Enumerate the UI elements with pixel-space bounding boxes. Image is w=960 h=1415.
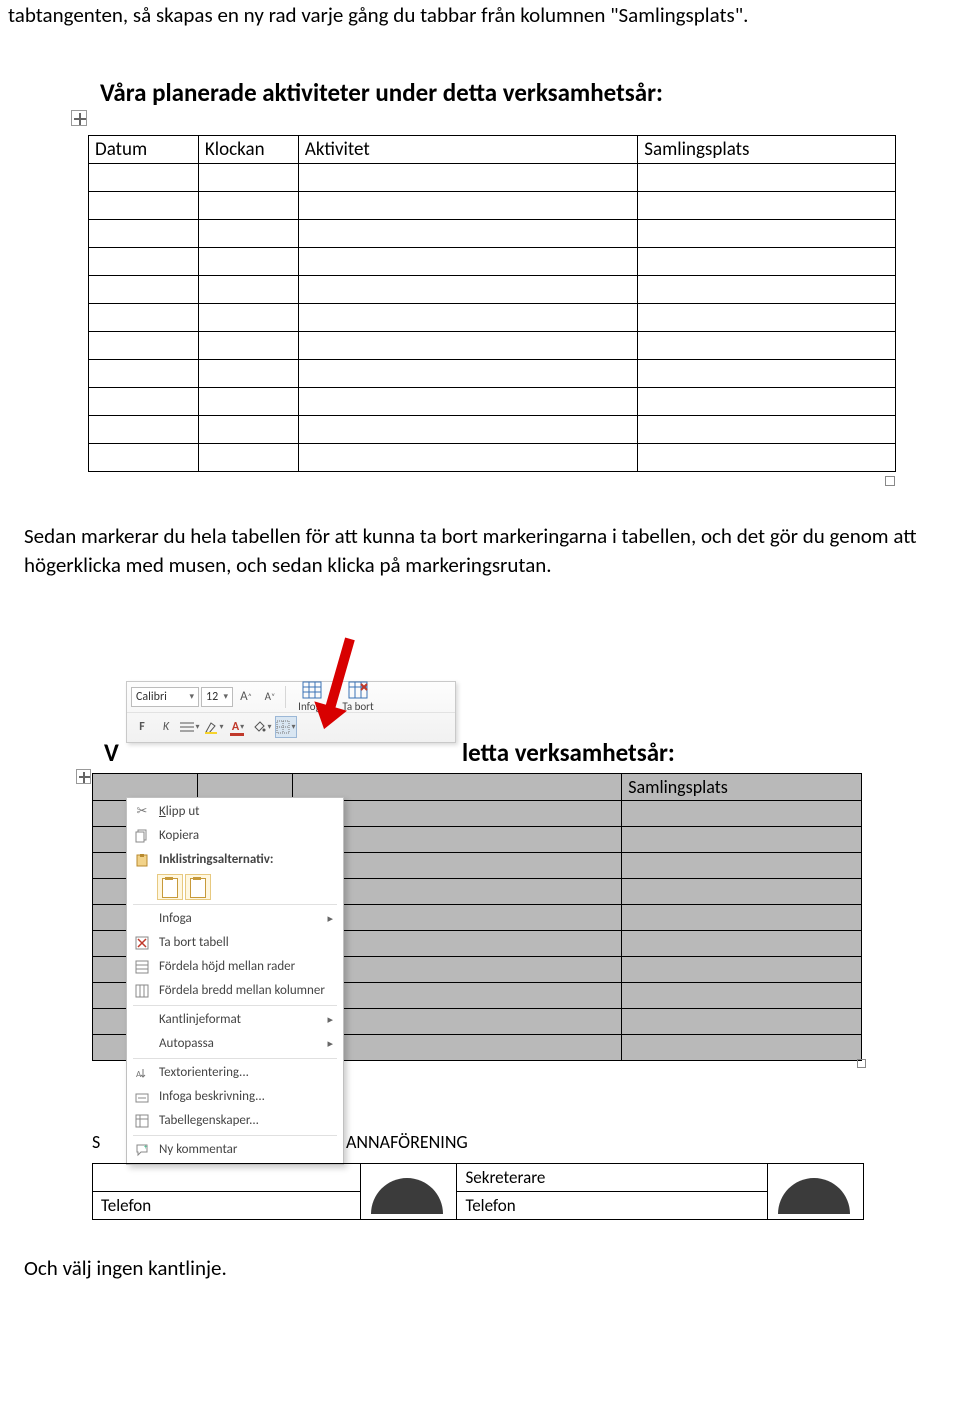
menu-copy[interactable]: Kopiera <box>127 824 343 848</box>
menu-table-properties[interactable]: Tabellegenskaper... <box>127 1109 343 1133</box>
bucket-icon <box>252 720 266 734</box>
menu-text-direction[interactable]: A Textorientering... <box>127 1061 343 1085</box>
th-aktivitet: Aktivitet <box>298 136 637 164</box>
chevron-down-icon: ▾ <box>219 722 223 732</box>
comment-icon: + <box>133 1141 151 1159</box>
chevron-right-icon: ▸ <box>327 1013 333 1026</box>
avatar-placeholder-icon <box>361 1164 453 1214</box>
table-row <box>89 276 896 304</box>
cell-phone-right: Telefon <box>457 1191 767 1219</box>
font-name-combo[interactable]: Calibri ▾ <box>131 687 199 707</box>
table-move-handle-icon[interactable] <box>76 769 91 784</box>
font-name-value: Calibri <box>136 690 167 704</box>
shrink-font-button[interactable]: A˅ <box>259 686 281 708</box>
font-size-combo[interactable]: 12 ▾ <box>201 687 233 707</box>
th-samlingsplats: Samlingsplats <box>638 136 896 164</box>
table-move-handle-icon[interactable] <box>71 110 87 126</box>
svg-text:A: A <box>136 1069 142 1080</box>
menu-distribute-rows[interactable]: Fördela höjd mellan rader <box>127 955 343 979</box>
cell-role-left <box>93 1163 361 1191</box>
table-row <box>89 192 896 220</box>
menu-autofit[interactable]: Autopassa ▸ <box>127 1032 343 1056</box>
screenshot-context-menu: V letta verksamhetsår: Samlingsplats <box>0 661 960 1241</box>
separator <box>133 904 337 905</box>
table-row <box>89 444 896 472</box>
th-datum: Datum <box>89 136 199 164</box>
table-row <box>89 248 896 276</box>
highlight-icon <box>204 720 218 734</box>
table-row <box>89 220 896 248</box>
caption-icon <box>133 1088 151 1106</box>
chevron-down-icon: ▾ <box>189 691 194 702</box>
table-row <box>89 332 896 360</box>
table-row <box>89 416 896 444</box>
menu-delete-table[interactable]: Ta bort tabell <box>127 931 343 955</box>
bold-button[interactable]: F <box>131 716 153 738</box>
menu-paste-options-label: Inklistringsalternativ: <box>127 848 343 872</box>
table-row <box>89 360 896 388</box>
heading-fragment-right: letta verksamhetsår: <box>462 737 675 768</box>
font-size-value: 12 <box>206 690 218 704</box>
svg-text:+: + <box>144 1143 148 1151</box>
align-button[interactable]: ▾ <box>179 716 201 738</box>
paste-keep-formatting-button[interactable] <box>157 874 183 900</box>
paste-options-row <box>127 872 343 902</box>
org-name-right: ANNAFÖRENING <box>346 1131 468 1153</box>
context-menu: ✂ Klipp ut /*placeholder*/ Kopiera Inkli… <box>126 797 344 1165</box>
instruction-paragraph: Sedan markerar du hela tabellen för att … <box>0 486 960 579</box>
font-color-button[interactable]: A ▾ <box>227 716 249 738</box>
highlight-button[interactable]: ▾ <box>203 716 225 738</box>
copy-icon <box>133 827 151 845</box>
final-instruction: Och välj ingen kantlinje. <box>0 1241 960 1281</box>
heading-fragment-left: V <box>104 737 119 768</box>
section-heading: Våra planerade aktiviteter under detta v… <box>0 29 960 114</box>
separator <box>133 1135 337 1136</box>
activities-table: Datum Klockan Aktivitet Samlingsplats <box>88 135 896 472</box>
delete-table-icon <box>133 934 151 952</box>
scissors-icon: ✂ <box>133 803 151 821</box>
align-icon <box>180 721 194 733</box>
distribute-rows-icon <box>133 958 151 976</box>
intro-paragraph: tabtangenten, så skapas en ny rad varje … <box>0 0 960 29</box>
cell-phone-left: Telefon <box>93 1191 361 1219</box>
borders-icon <box>276 720 290 734</box>
chevron-down-icon: ▾ <box>267 722 271 732</box>
table-props-icon <box>133 1112 151 1130</box>
menu-insert-caption[interactable]: Infoga beskrivning... <box>127 1085 343 1109</box>
table-resize-handle-icon[interactable] <box>885 476 895 486</box>
separator <box>133 1058 337 1059</box>
chevron-down-icon: ▾ <box>195 722 199 732</box>
table-row <box>89 304 896 332</box>
menu-new-comment[interactable]: + Ny kommentar <box>127 1138 343 1162</box>
menu-border-format[interactable]: Kantlinjeformat ▸ <box>127 1008 343 1032</box>
menu-distribute-cols[interactable]: Fördela bredd mellan kolumner <box>127 979 343 1003</box>
chevron-down-icon: ▾ <box>240 722 244 732</box>
separator <box>133 1005 337 1006</box>
menu-cut[interactable]: ✂ Klipp ut /*placeholder*/ <box>127 800 343 824</box>
chevron-right-icon: ▸ <box>327 912 333 925</box>
chevron-down-icon: ▾ <box>291 722 295 732</box>
th-samlingsplats: Samlingsplats <box>622 773 862 800</box>
menu-copy-label: Kopiera <box>159 828 333 843</box>
th-klockan: Klockan <box>198 136 298 164</box>
paste-merge-formatting-button[interactable] <box>185 874 211 900</box>
grow-font-button[interactable]: A˄ <box>235 686 257 708</box>
italic-button[interactable]: K <box>155 716 177 738</box>
avatar-placeholder-icon <box>768 1164 860 1214</box>
chevron-down-icon: ▾ <box>223 691 228 702</box>
org-name-left: S <box>92 1131 100 1153</box>
separator <box>285 686 286 708</box>
clipboard-icon <box>133 851 151 869</box>
chevron-right-icon: ▸ <box>327 1037 333 1050</box>
mini-toolbar: Calibri ▾ 12 ▾ A˄ A˅ Infoga Ta bort <box>126 681 456 743</box>
table-resize-handle-icon[interactable] <box>857 1059 866 1068</box>
menu-insert[interactable]: Infoga ▸ <box>127 907 343 931</box>
table-row <box>89 388 896 416</box>
text-direction-icon: A <box>133 1064 151 1082</box>
cell-role-right: Sekreterare <box>457 1163 767 1191</box>
distribute-cols-icon <box>133 982 151 1000</box>
table-row <box>89 164 896 192</box>
borders-button[interactable]: ▾ <box>275 716 297 738</box>
shading-button[interactable]: ▾ <box>251 716 273 738</box>
